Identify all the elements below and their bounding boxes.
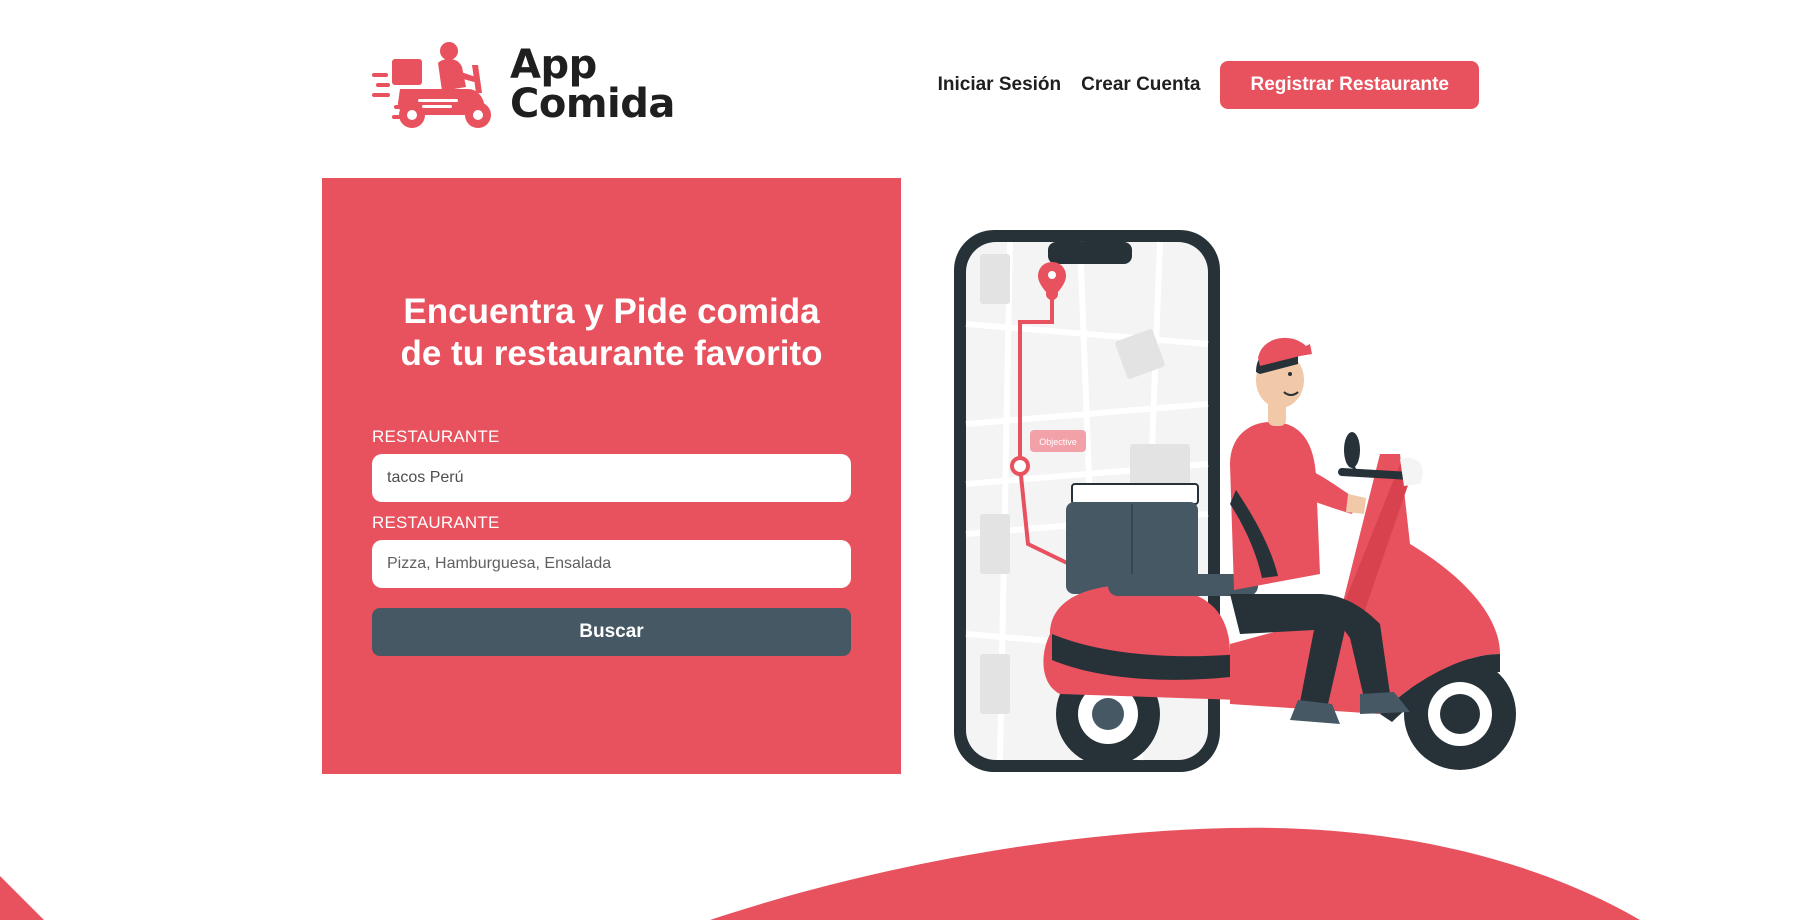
delivery-illustration: Objective <box>954 230 1516 772</box>
food-label: RESTAURANTE <box>372 513 500 532</box>
landing-page: App Comida Iniciar Sesión Crear Cuenta R… <box>0 0 1815 920</box>
search-button[interactable]: Buscar <box>372 608 851 656</box>
signup-link[interactable]: Crear Cuenta <box>1081 74 1200 96</box>
brand-name-line2: Comida <box>510 81 675 127</box>
bottom-wave-decoration <box>0 827 1640 920</box>
map-objective-tag: Objective <box>1039 437 1077 447</box>
food-input[interactable] <box>372 540 851 588</box>
restaurant-label: RESTAURANTE <box>372 427 500 446</box>
brand-name: App Comida <box>510 41 675 127</box>
brand-name-line1: App <box>510 41 597 88</box>
register-restaurant-button[interactable]: Registrar Restaurante <box>1220 61 1479 109</box>
delivery-scooter-logo-icon <box>372 42 491 128</box>
top-nav: Iniciar Sesión Crear Cuenta Registrar Re… <box>938 61 1479 109</box>
restaurant-input[interactable] <box>372 454 851 502</box>
logo-link[interactable]: App Comida <box>372 41 675 129</box>
search-title: Encuentra y Pide comida de tu restaurant… <box>400 292 823 373</box>
login-link[interactable]: Iniciar Sesión <box>938 74 1062 96</box>
search-card: Encuentra y Pide comida de tu restaurant… <box>322 178 901 774</box>
